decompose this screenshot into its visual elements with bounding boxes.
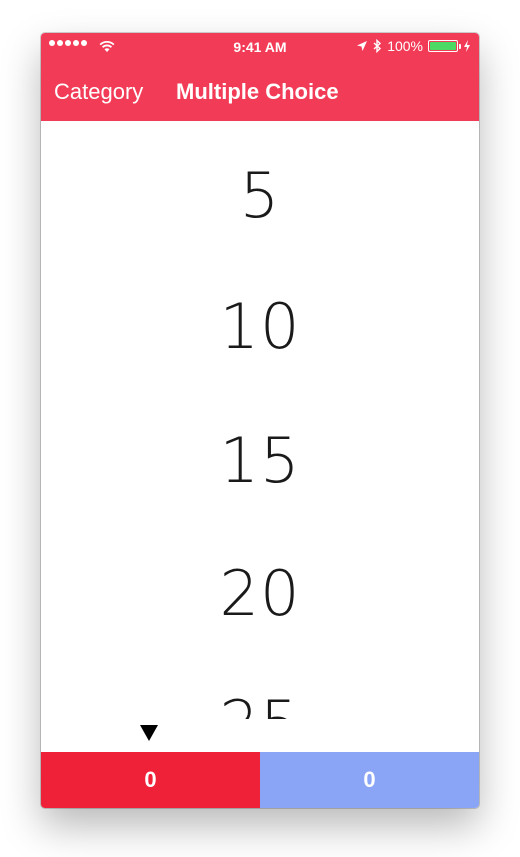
navigation-bar: 9:41 AM 100% Category Multiple Choice	[41, 33, 479, 121]
app-window: 9:41 AM 100% Category Multiple Choice 5 …	[41, 33, 479, 808]
right-score-button[interactable]: 0	[260, 752, 479, 808]
choice-item[interactable]: 5	[41, 165, 479, 227]
charging-bolt-icon	[464, 40, 470, 52]
choice-item[interactable]: 25	[41, 693, 479, 720]
choice-item[interactable]: 20	[41, 563, 479, 625]
battery-percent: 100%	[387, 38, 423, 54]
location-arrow-icon	[357, 41, 368, 51]
score-bar: 0 0	[41, 752, 479, 808]
bluetooth-icon	[373, 39, 382, 53]
choice-list[interactable]: 5 10 15 20 25	[41, 121, 479, 720]
choice-item[interactable]: 10	[41, 296, 479, 358]
battery-icon	[428, 40, 461, 52]
choice-item[interactable]: 15	[41, 430, 479, 492]
triangle-down-icon	[140, 725, 158, 741]
status-right-group: 100%	[356, 38, 471, 54]
status-bar: 9:41 AM 100%	[41, 33, 479, 61]
back-button[interactable]: Category	[54, 79, 143, 105]
left-score-button[interactable]: 0	[41, 752, 260, 808]
page-title: Multiple Choice	[176, 79, 339, 104]
